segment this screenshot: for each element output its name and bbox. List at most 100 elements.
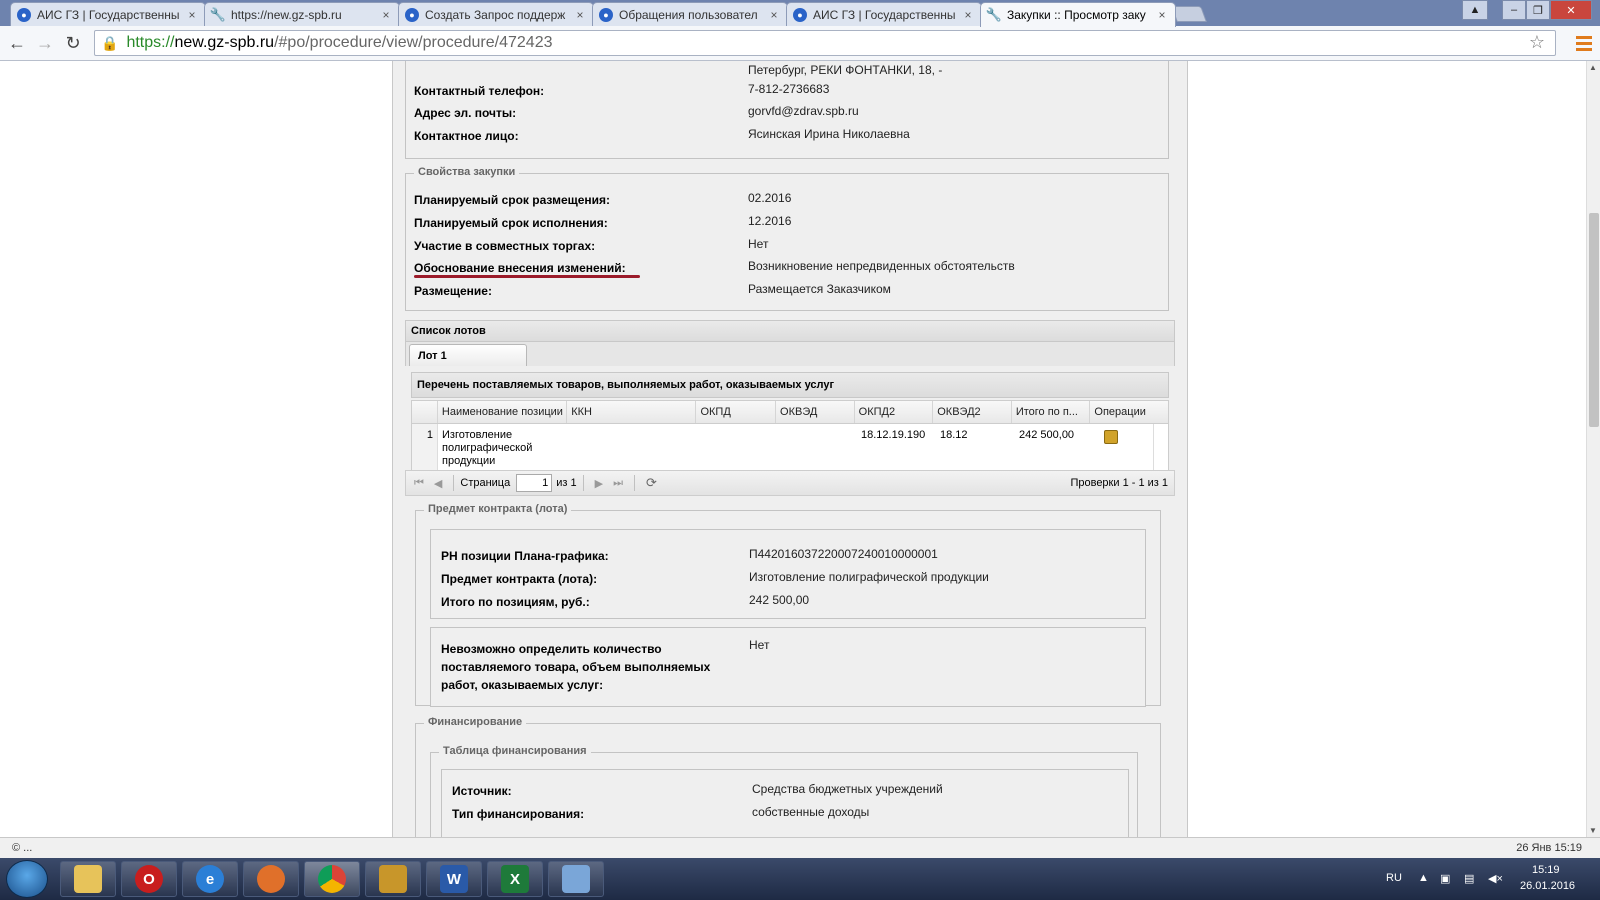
tab-close-icon[interactable]: × — [961, 8, 975, 22]
contacts-fieldset: Петербург, РЕКИ ФОНТАНКИ, 18, - Контактн… — [405, 61, 1169, 159]
browser-tab[interactable]: ● Создать Запрос поддерж × — [398, 2, 594, 26]
status-left: © ... — [12, 842, 33, 854]
excel-icon[interactable]: X — [487, 861, 543, 897]
page-total: из 1 — [556, 477, 577, 489]
contract-subject-legend: Предмет контракта (лота) — [424, 503, 572, 515]
change-reason-label: Обоснование внесения изменений: — [414, 261, 626, 275]
source-label: Источник: — [452, 784, 512, 798]
network-icon[interactable]: ▤ — [1464, 872, 1474, 885]
tab-close-icon[interactable]: × — [185, 8, 199, 22]
scrollbar-thumb[interactable] — [1589, 213, 1599, 427]
browser-tab[interactable]: ● АИС ГЗ | Государственны × — [786, 2, 982, 26]
col-total[interactable]: Итого по п... — [1012, 401, 1091, 423]
positions-total-label: Итого по позициям, руб.: — [441, 595, 590, 609]
goods-list-header: Перечень поставляемых товаров, выполняем… — [411, 372, 1169, 398]
globe-icon: ● — [405, 7, 419, 22]
back-arrow-icon[interactable]: ← — [6, 32, 28, 54]
scroll-down-icon[interactable]: ▼ — [1589, 826, 1597, 835]
financing-table-fieldset: Таблица финансирования Источник: Средств… — [430, 745, 1138, 837]
position-name-cell: Изготовление полиграфической продукции — [442, 429, 533, 467]
col-kkn[interactable]: ККН — [567, 401, 697, 423]
contract-subject-label: Предмет контракта (лота): — [441, 572, 598, 586]
joint-tender-value: Нет — [748, 237, 769, 251]
clock-time[interactable]: 15:19 — [1532, 864, 1560, 876]
placement-term-value: 02.2016 — [748, 191, 792, 205]
firefox-icon[interactable] — [243, 861, 299, 897]
volume-muted-icon[interactable]: ◀× — [1488, 872, 1503, 885]
explorer-icon[interactable] — [60, 861, 116, 897]
financing-table-legend: Таблица финансирования — [439, 745, 591, 757]
chrome-menu-icon[interactable] — [1576, 34, 1592, 52]
clock-date[interactable]: 26.01.2016 — [1520, 880, 1575, 892]
joint-tender-label: Участие в совместных торгах: — [414, 239, 596, 253]
tab-close-icon[interactable]: × — [573, 8, 587, 22]
tab-close-icon[interactable]: × — [767, 8, 781, 22]
col-okpd2[interactable]: ОКПД2 — [855, 401, 934, 423]
operations-cell — [1094, 424, 1154, 472]
refresh-icon[interactable]: ⟳ — [646, 475, 657, 491]
start-button[interactable] — [6, 860, 48, 898]
paint-icon[interactable] — [548, 861, 604, 897]
col-position-name[interactable]: Наименование позиции — [438, 401, 568, 423]
chrome-icon[interactable] — [304, 861, 360, 897]
next-page-icon[interactable]: ▶ — [595, 477, 603, 490]
scroll-up-icon[interactable]: ▲ — [1589, 63, 1597, 72]
prev-page-icon[interactable]: ◀ — [434, 477, 442, 490]
tab-title: Обращения пользовател — [619, 7, 758, 22]
phone-value: 7-812-2736683 — [748, 82, 830, 96]
browser-tab[interactable]: 🔧 https://new.gz-spb.ru × — [204, 2, 400, 26]
col-okpd[interactable]: ОКПД — [696, 401, 777, 423]
new-tab-button[interactable] — [1171, 6, 1207, 22]
financing-info-box: Источник: Средства бюджетных учреждений … — [441, 769, 1129, 837]
opera-icon[interactable]: O — [121, 861, 177, 897]
restore-icon[interactable]: ❐ — [1526, 0, 1550, 20]
page-number-input[interactable] — [516, 474, 553, 492]
browser-tab[interactable]: ● АИС ГЗ | Государственны × — [10, 2, 206, 26]
placement-term-label: Планируемый срок размещения: — [414, 193, 611, 207]
view-details-icon[interactable] — [1104, 430, 1118, 444]
table-row[interactable]: 1 Изготовление полиграфической продукции… — [411, 424, 1169, 472]
first-page-icon[interactable]: ⏮ — [414, 477, 424, 490]
contract-info-box: РН позиции Плана-графика: П4420160372200… — [430, 529, 1146, 619]
browser-tab-active[interactable]: 🔧 Закупки :: Просмотр заку × — [980, 2, 1176, 27]
user-icon[interactable]: ▲ — [1462, 0, 1488, 20]
tab-lot-1[interactable]: Лот 1 — [409, 344, 527, 366]
okpd2-cell: 18.12.19.190 — [861, 429, 926, 441]
red-highlight-underline — [414, 275, 640, 278]
tab-close-icon[interactable]: × — [379, 8, 393, 22]
word-icon[interactable]: W — [426, 861, 482, 897]
col-okved2[interactable]: ОКВЭД2 — [933, 401, 1012, 423]
wrench-icon: 🔧 — [209, 6, 227, 22]
col-operations[interactable]: Операции — [1090, 401, 1168, 423]
ie-icon[interactable]: e — [182, 861, 238, 897]
page-viewport: Петербург, РЕКИ ФОНТАНКИ, 18, - Контактн… — [0, 61, 1586, 837]
browser-tab[interactable]: ● Обращения пользовател × — [592, 2, 788, 26]
status-bar: © ... 26 Янв 15:19 — [0, 837, 1600, 858]
tray-expand-icon[interactable]: ▲ — [1418, 872, 1429, 884]
bookmark-star-icon[interactable]: ☆ — [1529, 32, 1545, 53]
tab-close-icon[interactable]: × — [1155, 8, 1169, 22]
globe-icon: ● — [599, 7, 613, 22]
address-bar[interactable]: 🔒 https:// new.gz-spb.ru /#po/procedure/… — [94, 30, 1556, 56]
plan-position-value: П442016037220007240010000001 — [749, 547, 938, 561]
col-number — [412, 401, 438, 423]
globe-icon: ● — [793, 7, 807, 22]
forward-arrow-icon[interactable]: → — [34, 32, 56, 54]
minimize-icon[interactable]: – — [1502, 0, 1526, 20]
source-value: Средства бюджетных учреждений — [752, 782, 943, 796]
col-okved[interactable]: ОКВЭД — [776, 401, 855, 423]
procedure-panel: Петербург, РЕКИ ФОНТАНКИ, 18, - Контактн… — [392, 61, 1188, 837]
archive-icon[interactable] — [365, 861, 421, 897]
window-close-icon[interactable]: ✕ — [1550, 0, 1592, 20]
total-cell: 242 500,00 — [1019, 429, 1075, 441]
language-indicator[interactable]: RU — [1386, 872, 1402, 884]
execution-term-value: 12.2016 — [748, 214, 792, 228]
tray-device-icon[interactable]: ▣ — [1440, 872, 1450, 885]
last-page-icon[interactable]: ⏭ — [613, 477, 623, 490]
reload-icon[interactable]: ↻ — [62, 32, 84, 54]
page-scrollbar[interactable]: ▲ ▼ — [1586, 61, 1600, 837]
page-label: Страница — [460, 477, 511, 489]
contract-subject-fieldset: Предмет контракта (лота) РН позиции План… — [415, 503, 1161, 707]
url-protocol: https:// — [126, 34, 175, 51]
lots-list-header: Список лотов — [405, 320, 1175, 342]
